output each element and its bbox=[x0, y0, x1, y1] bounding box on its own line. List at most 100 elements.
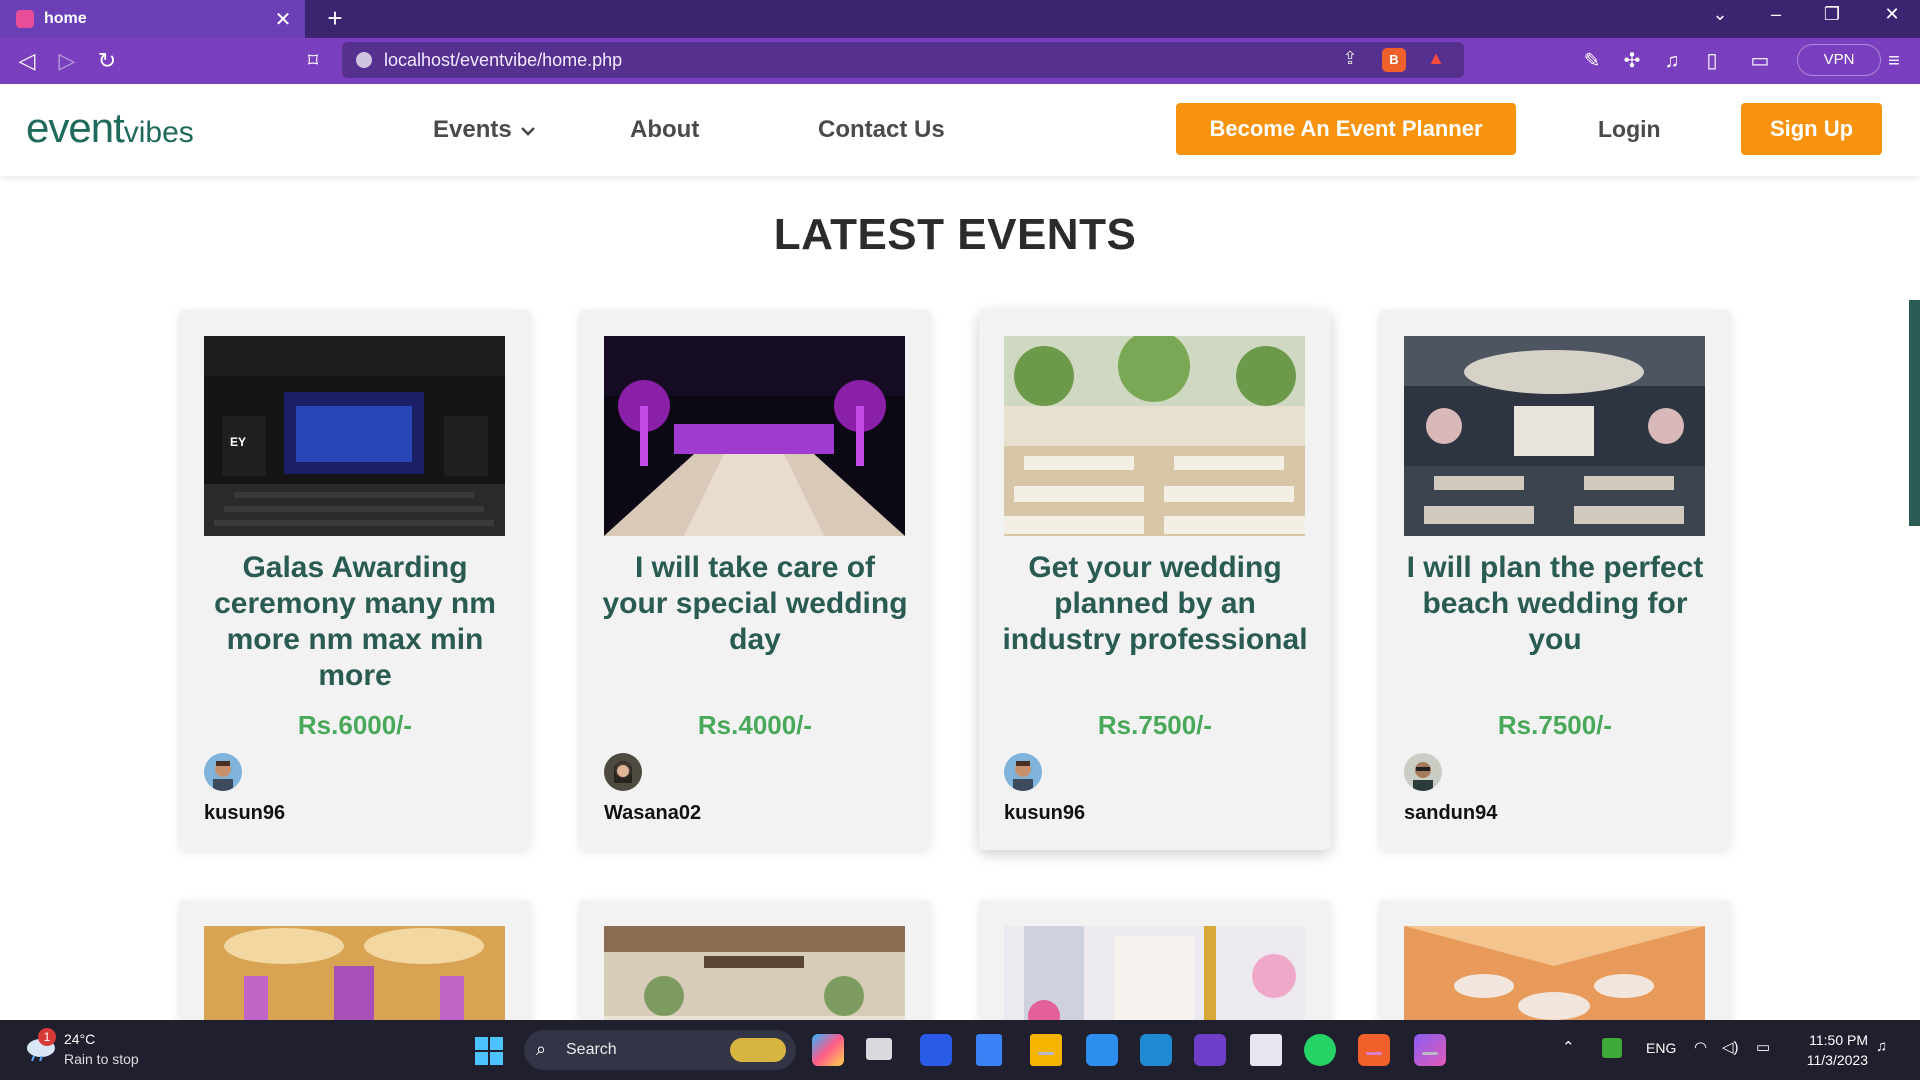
taskbar-search[interactable]: ⌕ Search bbox=[524, 1030, 796, 1070]
event-card[interactable] bbox=[1379, 900, 1731, 1040]
forward-icon[interactable]: ▷ bbox=[52, 46, 82, 76]
site-logo[interactable]: eventvibes bbox=[26, 104, 194, 152]
event-card[interactable]: I will plan the perfect beach wedding fo… bbox=[1379, 310, 1731, 850]
avatar[interactable] bbox=[1004, 753, 1042, 791]
active-indicator bbox=[1038, 1052, 1054, 1055]
event-title[interactable]: I will plan the perfect beach wedding fo… bbox=[1399, 550, 1711, 658]
address-bar[interactable]: localhost/eventvibe/home.php ⇪ B ▲ bbox=[342, 42, 1464, 78]
menu-icon[interactable]: ≡ bbox=[1880, 47, 1908, 75]
share-icon[interactable]: ⇪ bbox=[1338, 48, 1362, 72]
brave-shields-icon[interactable]: B bbox=[1382, 48, 1406, 72]
signup-button[interactable]: Sign Up bbox=[1741, 103, 1882, 155]
event-card[interactable]: Get your wedding planned by an industry … bbox=[979, 310, 1331, 850]
pen-icon[interactable]: ✎ bbox=[1578, 47, 1606, 75]
sidebar-icon[interactable]: ▯ bbox=[1698, 47, 1726, 75]
nav-contact[interactable]: Contact Us bbox=[818, 116, 945, 144]
notepad-icon[interactable] bbox=[976, 1034, 1002, 1066]
close-tab-icon[interactable]: ✕ bbox=[271, 7, 295, 32]
event-price: Rs.7500/- bbox=[1497, 710, 1613, 740]
copilot-icon[interactable] bbox=[812, 1034, 844, 1066]
chevron-down-icon bbox=[521, 127, 536, 136]
file-explorer-icon[interactable] bbox=[1030, 1034, 1062, 1066]
new-tab-icon[interactable]: + bbox=[320, 3, 350, 34]
avatar[interactable] bbox=[604, 753, 642, 791]
avatar[interactable] bbox=[204, 753, 242, 791]
wallet-icon[interactable]: ▭ bbox=[1746, 47, 1774, 75]
site-header: eventvibes Events About Contact Us Becom… bbox=[0, 84, 1920, 176]
search-highlight-icon bbox=[730, 1038, 786, 1062]
task-view-icon[interactable] bbox=[866, 1038, 892, 1060]
minimize-icon[interactable]: – bbox=[1756, 4, 1796, 25]
battery-icon[interactable]: ▭ bbox=[1756, 1038, 1770, 1056]
volume-icon[interactable]: ◁) bbox=[1722, 1038, 1739, 1056]
event-card[interactable]: EY Galas Awarding ceremony many nm more … bbox=[179, 310, 531, 850]
restore-icon[interactable]: ❐ bbox=[1812, 4, 1852, 25]
event-title[interactable]: Galas Awarding ceremony many nm more nm … bbox=[199, 550, 511, 694]
app-icon-blue[interactable] bbox=[1086, 1034, 1118, 1066]
wifi-icon[interactable]: ◠ bbox=[1694, 1038, 1707, 1056]
event-image[interactable]: EY bbox=[204, 336, 505, 536]
event-card[interactable] bbox=[979, 900, 1331, 1040]
section-title: LATEST EVENTS bbox=[773, 210, 1137, 259]
language-indicator[interactable]: ENG bbox=[1646, 1040, 1676, 1056]
tray-app-icon[interactable] bbox=[1602, 1038, 1622, 1058]
close-window-icon[interactable]: ✕ bbox=[1872, 4, 1912, 25]
browser-tab-bar: home ✕ + ⌄ – ❐ ✕ bbox=[0, 0, 1920, 38]
url-text[interactable]: localhost/eventvibe/home.php bbox=[384, 50, 622, 71]
brave-rewards-icon[interactable]: ▲ bbox=[1424, 48, 1448, 72]
event-card[interactable] bbox=[179, 900, 531, 1040]
windows-start-icon[interactable] bbox=[474, 1036, 504, 1066]
notifications-bell-icon[interactable]: ♫ bbox=[1876, 1038, 1887, 1055]
tab-list-icon[interactable]: ⌄ bbox=[1700, 4, 1740, 25]
event-username[interactable]: sandun94 bbox=[1404, 802, 1497, 825]
vpn-button[interactable]: VPN bbox=[1797, 44, 1881, 76]
event-title[interactable]: I will take care of your special wedding… bbox=[599, 550, 911, 658]
logo-main: event bbox=[26, 104, 125, 151]
active-indicator bbox=[1366, 1052, 1382, 1055]
nav-events-label: Events bbox=[433, 116, 512, 143]
event-title[interactable]: Get your wedding planned by an industry … bbox=[999, 550, 1311, 658]
snipping-tool-icon[interactable] bbox=[1250, 1034, 1282, 1066]
active-indicator bbox=[1422, 1052, 1438, 1055]
event-username[interactable]: kusun96 bbox=[1004, 802, 1085, 825]
event-image[interactable] bbox=[1004, 336, 1305, 536]
reload-icon[interactable]: ↻ bbox=[92, 46, 122, 76]
taskbar: 1 24°C Rain to stop ⌕ Search bbox=[0, 1020, 1920, 1080]
weather-desc[interactable]: Rain to stop bbox=[64, 1051, 139, 1067]
event-price: Rs.4000/- bbox=[697, 710, 813, 740]
event-username[interactable]: Wasana02 bbox=[604, 802, 701, 825]
music-icon[interactable]: ♫ bbox=[1658, 47, 1686, 75]
browser-tab[interactable]: home ✕ bbox=[0, 0, 305, 38]
nav-events[interactable]: Events bbox=[433, 116, 536, 144]
event-price: Rs.7500/- bbox=[1097, 710, 1213, 740]
weather-temp[interactable]: 24°C bbox=[64, 1031, 95, 1047]
event-username[interactable]: kusun96 bbox=[204, 802, 285, 825]
brave-browser-icon[interactable] bbox=[1358, 1034, 1390, 1066]
event-card[interactable]: I will take care of your special wedding… bbox=[579, 310, 931, 850]
become-planner-button[interactable]: Become An Event Planner bbox=[1176, 103, 1516, 155]
clock-time[interactable]: 11:50 PM bbox=[1802, 1032, 1868, 1048]
vscode-icon[interactable] bbox=[1140, 1034, 1172, 1066]
login-link[interactable]: Login bbox=[1598, 116, 1661, 143]
search-label: Search bbox=[566, 1041, 617, 1058]
clipchamp-icon[interactable] bbox=[1414, 1034, 1446, 1066]
logo-suffix: vibes bbox=[123, 116, 194, 149]
event-image[interactable] bbox=[604, 336, 905, 536]
extensions-icon[interactable]: ✣ bbox=[1618, 47, 1646, 75]
favicon-icon bbox=[16, 10, 34, 28]
scrollbar-thumb[interactable] bbox=[1909, 300, 1920, 526]
visual-studio-icon[interactable] bbox=[1194, 1034, 1226, 1066]
nav-about[interactable]: About bbox=[630, 116, 699, 144]
whatsapp-icon[interactable] bbox=[1304, 1034, 1336, 1066]
clock-date[interactable]: 11/3/2023 bbox=[1796, 1052, 1868, 1068]
tray-expand-icon[interactable]: ⌃ bbox=[1562, 1038, 1575, 1056]
event-image[interactable] bbox=[1404, 336, 1705, 536]
avatar[interactable] bbox=[1404, 753, 1442, 791]
event-card[interactable] bbox=[579, 900, 931, 1040]
bookmark-icon[interactable]: ⌑ bbox=[298, 46, 328, 76]
back-icon[interactable]: ◁ bbox=[12, 46, 42, 76]
event-price: Rs.6000/- bbox=[297, 710, 413, 740]
app-icon-dev[interactable] bbox=[920, 1034, 952, 1066]
site-info-icon[interactable] bbox=[356, 52, 372, 68]
notification-badge: 1 bbox=[38, 1028, 56, 1046]
